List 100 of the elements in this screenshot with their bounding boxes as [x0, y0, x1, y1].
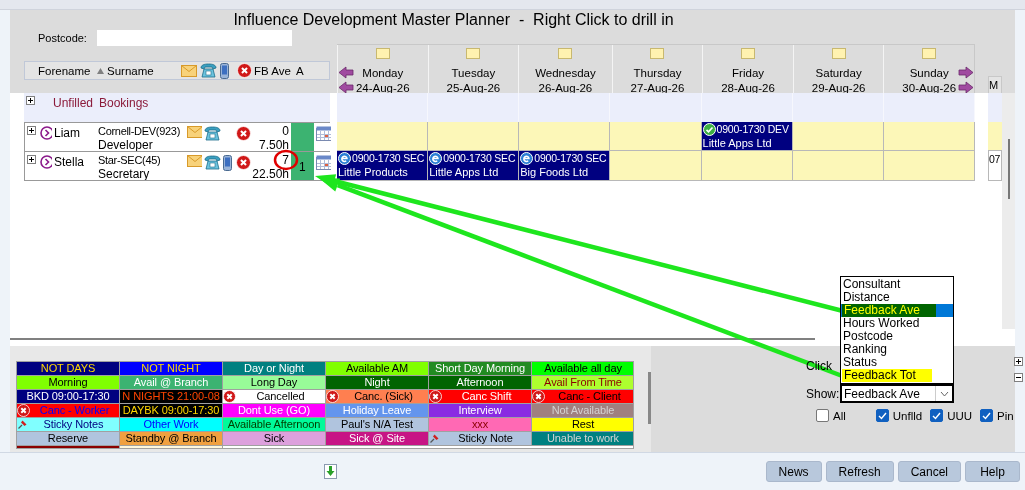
left-arrow-icon[interactable] [338, 66, 354, 79]
mobile-phone-icon[interactable] [220, 62, 229, 79]
dropdown-option[interactable]: Status [843, 356, 880, 369]
expand-icon[interactable] [27, 126, 36, 135]
scrollbar[interactable] [648, 372, 651, 424]
calendar-cell[interactable] [988, 122, 1002, 151]
legend-label: BKD 09:00-17:30 [26, 390, 110, 403]
right-arrow-icon[interactable] [958, 81, 974, 94]
booking-block[interactable]: 0900-1730 DEV Little Apps Ltd [701, 122, 792, 150]
day-name: Wednesday [535, 66, 596, 79]
calendar-cell[interactable] [337, 122, 429, 151]
calendar-cell[interactable]: 07 [988, 151, 1002, 181]
phone-icon[interactable] [200, 63, 217, 78]
window-title: Influence Development Master Planner - Right Click to drill in [233, 10, 674, 30]
right-arrow-icon[interactable] [958, 66, 974, 79]
day-name: Friday [731, 66, 766, 79]
dropdown-option[interactable]: Hours Worked [843, 317, 922, 330]
legend-label: DAYBK 09:00-17:30 [122, 404, 220, 417]
dropdown-option[interactable]: Distance [843, 291, 892, 304]
envelope-icon[interactable] [187, 126, 202, 138]
calendar-icon[interactable] [316, 126, 331, 141]
booking-block[interactable]: 0900-1730 SEC Little Apps Ltd [428, 151, 519, 180]
download-icon[interactable] [324, 464, 337, 479]
calendar-cell[interactable] [988, 93, 1002, 122]
legend-label: Afternoon [456, 376, 504, 389]
calendar-cell[interactable] [428, 122, 520, 151]
legend-label: Canc - Client [558, 390, 621, 403]
table-row[interactable]: Liam Cornell-DEV(923) Developer 0 7.50h [24, 122, 330, 151]
note-icon[interactable] [741, 48, 756, 59]
action-button[interactable]: Refresh [825, 461, 894, 482]
selection-bar[interactable]: Feedback Ave [841, 304, 953, 317]
collapse-icon[interactable] [1013, 373, 1023, 382]
action-button[interactable]: News [765, 461, 822, 482]
cancel-icon [429, 390, 442, 403]
legend-label: Sticky Note [458, 432, 513, 445]
group-label: Unfilled [52, 95, 95, 112]
legend-label: Interview [458, 404, 502, 417]
dropdown-option[interactable]: Postcode [843, 330, 896, 343]
checkbox[interactable]: Unflld [875, 409, 923, 422]
note-icon[interactable] [466, 48, 481, 59]
mobile-phone-icon[interactable] [223, 155, 232, 171]
envelope-icon[interactable] [181, 64, 197, 77]
checkbox[interactable]: UUU [930, 409, 973, 422]
phone-icon[interactable] [204, 155, 221, 170]
expand-icon[interactable] [27, 155, 36, 164]
phone-icon[interactable] [204, 126, 221, 141]
calendar-cell[interactable] [610, 151, 702, 181]
sort-icon[interactable] [97, 67, 104, 74]
checkmark-icon [932, 411, 942, 420]
day-date: 30-Aug-26 [901, 81, 958, 94]
checkbox[interactable]: All [816, 409, 846, 422]
note-icon[interactable] [922, 48, 937, 59]
day-header: M [988, 76, 1002, 93]
caret-icon[interactable] [939, 390, 949, 397]
dropdown-option[interactable]: Feedback Ave [842, 304, 936, 317]
note-icon[interactable] [650, 48, 665, 59]
calendar-cell[interactable] [701, 151, 793, 181]
calendar-cell[interactable] [792, 122, 884, 151]
legend-label: Sticky Notes [43, 418, 104, 431]
score-text: 7 [282, 153, 289, 167]
surname-text: Cornell-DEV(923) [98, 124, 180, 138]
calendar-icon[interactable] [316, 155, 331, 170]
expand-icon[interactable] [1013, 357, 1023, 366]
calendar-cell[interactable] [610, 122, 702, 151]
column-header[interactable]: A [296, 64, 304, 77]
column-header[interactable]: FB Ave [254, 64, 296, 77]
legend-label: NOT DAYS [40, 362, 96, 375]
calendar-cell[interactable] [883, 122, 975, 151]
expand-icon[interactable] [26, 96, 35, 105]
group-label: Bookings [98, 95, 150, 112]
legend-label: Dont Use (GO) [237, 404, 311, 417]
booking-block[interactable]: 0900-1730 SEC Little Products [337, 151, 428, 180]
legend-label: Other Work [143, 418, 199, 431]
left-arrow-icon[interactable] [338, 81, 354, 94]
envelope-icon[interactable] [187, 155, 202, 167]
postcode-field[interactable] [96, 30, 292, 46]
booking-block[interactable]: 0900-1730 SEC Big Foods Ltd [519, 151, 610, 180]
note-icon[interactable] [831, 48, 846, 59]
column-header[interactable]: Forename [38, 64, 97, 77]
action-button[interactable]: Cancel [897, 461, 961, 482]
checkbox[interactable]: Pin [980, 409, 1014, 422]
legend-label: Available AM [345, 362, 409, 375]
calendar-cell[interactable] [792, 151, 884, 181]
field-label: Postcode: [38, 32, 87, 44]
table-row[interactable]: Unfilled Bookings [24, 93, 330, 122]
calendar-cell[interactable] [519, 122, 611, 151]
dropdown-option[interactable]: Ranking [843, 343, 890, 356]
check-circle-icon [702, 123, 716, 136]
note-icon[interactable] [375, 48, 390, 59]
day-name: Tuesday [450, 66, 497, 79]
action-button[interactable]: Help [965, 461, 1020, 482]
column-header[interactable]: Surname [107, 64, 181, 77]
dropdown-field[interactable]: Feedback Ave [840, 384, 954, 403]
scrollbar[interactable] [1002, 93, 1015, 329]
count-cell [291, 123, 314, 151]
dropdown-option[interactable]: Feedback Tot [842, 369, 932, 382]
scrollbar[interactable] [10, 337, 815, 340]
dropdown-option[interactable]: Consultant [843, 278, 903, 291]
note-icon[interactable] [558, 48, 573, 59]
calendar-cell[interactable] [883, 151, 975, 181]
